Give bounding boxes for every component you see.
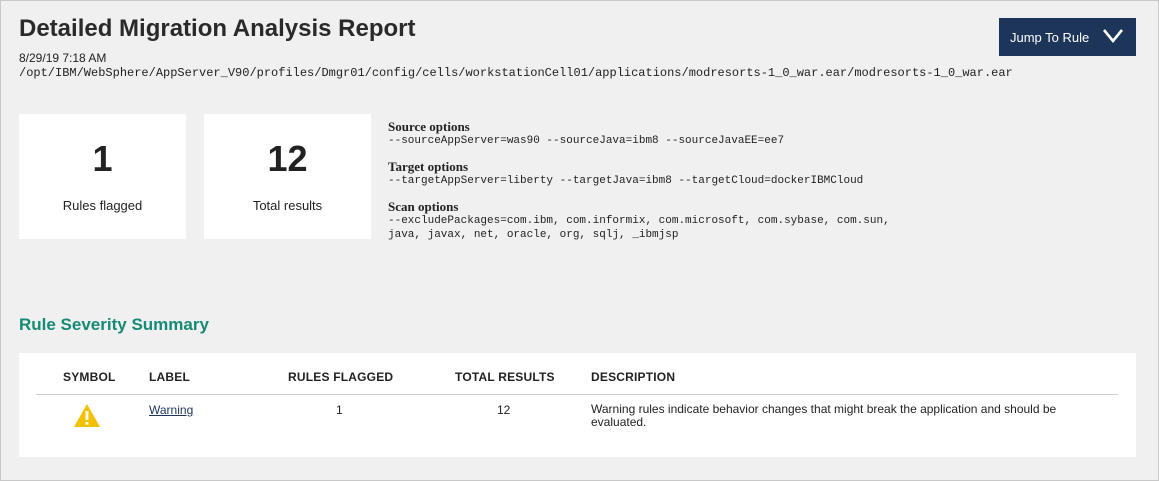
page-title: Detailed Migration Analysis Report: [19, 15, 416, 42]
rules-flagged-count: 1: [92, 138, 113, 179]
rules-flagged-label: Rules flagged: [62, 198, 143, 213]
rules-flagged-card: 1 Rules flagged: [19, 114, 186, 239]
table-header-divider: [36, 394, 1118, 395]
report-page: Detailed Migration Analysis Report 8/29/…: [0, 0, 1159, 481]
source-options: Source options --sourceAppServer=was90 -…: [388, 119, 890, 148]
source-options-title: Source options: [388, 119, 470, 134]
scan-options-value: --excludePackages=com.ibm, com.informix,…: [388, 215, 890, 241]
total-results-count: 12: [267, 138, 308, 179]
column-header-total-results: TOTAL RESULTS: [455, 370, 555, 384]
target-options-value: --targetAppServer=liberty --targetJava=i…: [388, 175, 864, 187]
warning-total-results: 12: [497, 403, 511, 417]
target-options-title: Target options: [388, 159, 469, 174]
warning-rules-flagged: 1: [336, 403, 343, 417]
warning-description: Warning rules indicate behavior changes …: [591, 402, 1057, 429]
report-timestamp: 8/29/19 7:18 AM: [19, 51, 107, 65]
scan-options-panel: Source options --sourceAppServer=was90 -…: [388, 119, 890, 253]
column-header-symbol: SYMBOL: [63, 370, 116, 384]
warning-icon: [74, 404, 100, 427]
jump-to-rule-label: Jump To Rule: [1010, 29, 1090, 45]
total-results-card: 12 Total results: [204, 114, 371, 239]
report-file-path: /opt/IBM/WebSphere/AppServer_V90/profile…: [19, 66, 1013, 80]
warning-label-link[interactable]: Warning: [149, 403, 193, 417]
total-results-label: Total results: [252, 198, 323, 213]
column-header-rules-flagged: RULES FLAGGED: [288, 370, 394, 384]
scan-options: Scan options --excludePackages=com.ibm, …: [388, 199, 890, 242]
severity-summary-table: SYMBOL LABEL RULES FLAGGED TOTAL RESULTS…: [19, 353, 1136, 457]
column-header-label: LABEL: [149, 370, 190, 384]
source-options-value: --sourceAppServer=was90 --sourceJava=ibm…: [388, 135, 785, 147]
target-options: Target options --targetAppServer=liberty…: [388, 159, 890, 188]
rule-severity-summary-title: Rule Severity Summary: [19, 315, 209, 334]
scan-options-title: Scan options: [388, 199, 459, 214]
chevron-down-icon: [1102, 29, 1124, 44]
column-header-description: DESCRIPTION: [591, 370, 676, 384]
jump-to-rule-button[interactable]: Jump To Rule: [999, 18, 1136, 56]
